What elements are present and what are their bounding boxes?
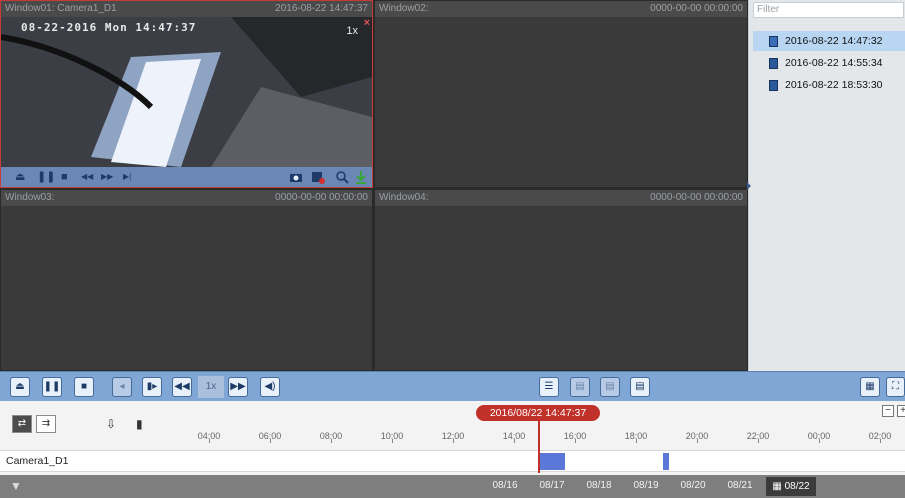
window-02-header: Window02: 0000-00-00 00:00:00 bbox=[375, 1, 747, 17]
video-grid: Window01: Camera1_D1 2016-08-22 14:47:37… bbox=[0, 0, 748, 371]
timeline-tick-mark bbox=[209, 439, 210, 443]
frame-step-icon[interactable]: ▶| bbox=[123, 170, 131, 184]
date-item[interactable]: 08/16 bbox=[492, 480, 517, 491]
video-frame: 08-22-2016 Mon 14:47:37 1x × bbox=[1, 17, 372, 167]
pause-button[interactable]: ❚❚ bbox=[42, 377, 62, 397]
timeline-cursor-time: 2016/08/22 14:47:37 bbox=[476, 405, 600, 421]
recording-block[interactable] bbox=[537, 453, 565, 470]
timeline-cursor[interactable] bbox=[538, 421, 540, 473]
timeline-tick-mark bbox=[453, 439, 454, 443]
playback-toolbar: ⏏ ❚❚ ■ ◂ ▮▸ ◀◀ 1x ▶▶ ◀) ☰ ▤ ▤ ▤ ▦ ⛶ bbox=[0, 371, 905, 401]
video-image bbox=[1, 17, 372, 167]
window-01-controls: ⏏ ❚❚ ■ ◀◀ ▶▶ ▶| bbox=[1, 167, 372, 187]
video-file-icon bbox=[769, 80, 778, 91]
download-icon[interactable] bbox=[355, 170, 367, 184]
rewind-button[interactable]: ◀◀ bbox=[172, 377, 192, 397]
timeline-sync-button[interactable]: ⇉ bbox=[36, 415, 56, 433]
timeline-mode-button[interactable]: ⇄ bbox=[12, 415, 32, 433]
playback-app: Window01: Camera1_D1 2016-08-22 14:47:37… bbox=[0, 0, 905, 498]
stop-icon[interactable]: ■ bbox=[61, 170, 68, 184]
file-label: 2016-08-22 14:47:32 bbox=[785, 35, 883, 47]
window-02-timestamp: 0000-00-00 00:00:00 bbox=[650, 3, 743, 14]
camera-track[interactable]: Camera1_D1 bbox=[0, 450, 905, 472]
window-04-header: Window04: 0000-00-00 00:00:00 bbox=[375, 190, 747, 206]
window-01-header: Window01: Camera1_D1 2016-08-22 14:47:37 bbox=[1, 1, 372, 17]
frame-step-button[interactable]: ▮▸ bbox=[142, 377, 162, 397]
date-item[interactable]: 08/20 bbox=[680, 480, 705, 491]
pause-icon[interactable]: ❚❚ bbox=[37, 170, 55, 184]
date-bar: ▼ 08/16 08/17 08/18 08/19 08/20 08/21 ▦ 08/22 bbox=[0, 475, 905, 498]
timeline-tick-mark bbox=[514, 439, 515, 443]
timeline-tick-mark bbox=[880, 439, 881, 443]
date-item[interactable]: 08/19 bbox=[633, 480, 658, 491]
window-03[interactable]: Window03: 0000-00-00 00:00:00 bbox=[0, 189, 373, 371]
volume-button[interactable]: ◀) bbox=[260, 377, 280, 397]
layout-button[interactable]: ▦ bbox=[860, 377, 880, 397]
pos-search-button[interactable]: ▤ bbox=[600, 377, 620, 397]
date-item[interactable]: 08/21 bbox=[727, 480, 752, 491]
zoom-out-button[interactable]: − bbox=[882, 405, 894, 417]
clip-icon[interactable] bbox=[311, 170, 325, 184]
date-item[interactable]: 08/18 bbox=[586, 480, 611, 491]
capture-icon[interactable] bbox=[289, 171, 303, 183]
window-01-timestamp: 2016-08-22 14:47:37 bbox=[275, 3, 368, 14]
window-03-header: Window03: 0000-00-00 00:00:00 bbox=[1, 190, 372, 206]
timeline-tick-mark bbox=[575, 439, 576, 443]
rewind-icon[interactable]: ◀◀ bbox=[81, 170, 93, 184]
window-02[interactable]: Window02: 0000-00-00 00:00:00 bbox=[374, 0, 748, 188]
file-item[interactable]: 2016-08-22 14:55:34 bbox=[753, 53, 905, 73]
stop-button[interactable]: ■ bbox=[74, 377, 94, 397]
window-03-name: Window03: bbox=[5, 192, 55, 203]
video-file-icon bbox=[769, 58, 778, 69]
close-window-icon[interactable]: × bbox=[364, 17, 370, 29]
timeline-tick-mark bbox=[392, 439, 393, 443]
window-04-timestamp: 0000-00-00 00:00:00 bbox=[650, 192, 743, 203]
vca-search-button[interactable]: ▤ bbox=[630, 377, 650, 397]
window-02-name: Window02: bbox=[379, 3, 429, 14]
fast-forward-icon[interactable]: ▶▶ bbox=[101, 170, 113, 184]
window-03-timestamp: 0000-00-00 00:00:00 bbox=[275, 192, 368, 203]
fullscreen-button[interactable]: ⛶ bbox=[886, 377, 905, 397]
filter-input[interactable]: Filter bbox=[753, 2, 904, 18]
window-04-name: Window04: bbox=[379, 192, 429, 203]
video-osd: 08-22-2016 Mon 14:47:37 bbox=[21, 21, 197, 34]
video-speed: 1x bbox=[346, 25, 358, 37]
timeline-tick-mark bbox=[331, 439, 332, 443]
filter-icon[interactable]: ▼ bbox=[10, 479, 22, 493]
selected-date-label: 08/22 bbox=[784, 481, 810, 492]
date-item[interactable]: 08/17 bbox=[539, 480, 564, 491]
camera-track-label: Camera1_D1 bbox=[6, 455, 69, 467]
bookmark-icon[interactable]: ▮ bbox=[136, 417, 143, 431]
slow-forward-button[interactable]: ⏏ bbox=[10, 377, 30, 397]
fast-forward-button[interactable]: ▶▶ bbox=[228, 377, 248, 397]
timeline-tick-mark bbox=[270, 439, 271, 443]
timeline-tick-mark bbox=[819, 439, 820, 443]
file-search-button[interactable]: ☰ bbox=[539, 377, 559, 397]
zoom-in-button[interactable]: + bbox=[897, 405, 905, 417]
file-label: 2016-08-22 14:55:34 bbox=[785, 57, 883, 69]
window-04[interactable]: Window04: 0000-00-00 00:00:00 bbox=[374, 189, 748, 371]
playback-speed: 1x bbox=[198, 376, 224, 398]
video-file-icon bbox=[769, 36, 778, 47]
atm-search-button[interactable]: ▤ bbox=[570, 377, 590, 397]
window-01[interactable]: Window01: Camera1_D1 2016-08-22 14:47:37… bbox=[0, 0, 373, 188]
file-label: 2016-08-22 18:53:30 bbox=[785, 79, 883, 91]
reverse-button[interactable]: ◂ bbox=[112, 377, 132, 397]
file-list-panel: Filter 2016-08-22 14:47:32 2016-08-22 14… bbox=[747, 0, 905, 371]
file-item[interactable]: 2016-08-22 14:47:32 bbox=[753, 31, 905, 51]
timeline-tick-mark bbox=[636, 439, 637, 443]
slow-forward-icon[interactable]: ⏏ bbox=[15, 170, 25, 184]
window-01-name: Window01: Camera1_D1 bbox=[5, 3, 117, 14]
file-item[interactable]: 2016-08-22 18:53:30 bbox=[753, 75, 905, 95]
collapse-panel-icon[interactable] bbox=[747, 182, 751, 190]
timeline[interactable]: ⇄ ⇉ ⇩ ▮ 2016/08/22 14:47:37 04:00 06:00 08… bbox=[0, 401, 905, 475]
recording-block[interactable] bbox=[662, 453, 670, 470]
timeline-tick-mark bbox=[697, 439, 698, 443]
timeline-tick-mark bbox=[758, 439, 759, 443]
selected-date[interactable]: ▦ 08/22 bbox=[766, 477, 816, 496]
calendar-icon: ▦ bbox=[772, 481, 785, 492]
zoom-icon[interactable] bbox=[335, 170, 349, 184]
clip-download-icon[interactable]: ⇩ bbox=[106, 417, 116, 431]
